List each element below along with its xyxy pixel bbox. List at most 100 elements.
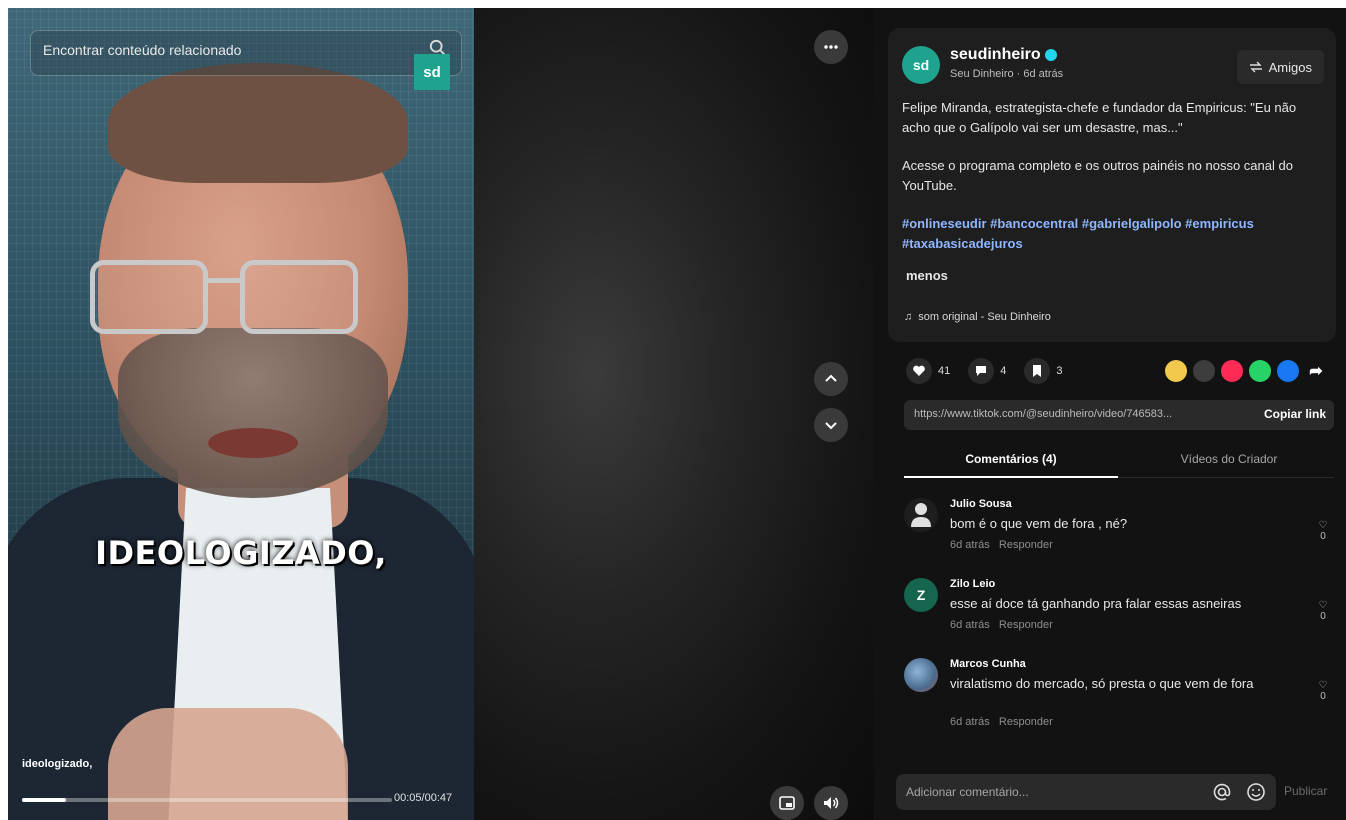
whatsapp-share-icon[interactable] xyxy=(1249,360,1271,382)
speaker-mouth xyxy=(208,428,298,458)
like-button[interactable]: 41 xyxy=(906,358,950,384)
bookmark-icon xyxy=(1024,358,1051,384)
comment-like[interactable]: ♡ 0 xyxy=(1312,520,1334,542)
emoji-share-icon[interactable] xyxy=(1165,360,1187,382)
related-search-bar[interactable]: Encontrar conteúdo relacionado xyxy=(30,30,462,76)
friends-label: Amigos xyxy=(1268,59,1312,75)
sound-link[interactable]: ♫ som original - Seu Dinheiro xyxy=(904,311,1051,323)
author-name-text: seudinheiro xyxy=(950,46,1041,63)
commenter-name[interactable]: Zilo Leio xyxy=(950,578,995,590)
comment-date: 6d atrás xyxy=(950,716,990,728)
speaker-beard xyxy=(118,328,388,498)
video-stage: Encontrar conteúdo relacionado sd IDEOLO… xyxy=(8,8,874,820)
video-time: 00:05/00:47 xyxy=(394,792,453,804)
channel-watermark-logo: sd xyxy=(414,54,450,90)
tab-comments[interactable]: Comentários (4) xyxy=(904,452,1118,466)
commenter-name[interactable]: Julio Sousa xyxy=(950,498,1012,510)
speaker-hair xyxy=(108,63,408,183)
facebook-share-icon[interactable] xyxy=(1277,360,1299,382)
glasses-left-lens xyxy=(90,260,208,334)
post-description: Felipe Miranda, estrategista-chefe e fun… xyxy=(902,98,1322,272)
share-arrow-icon[interactable]: ➦ xyxy=(1305,360,1327,382)
post-comment-button[interactable]: Publicar xyxy=(1284,784,1327,798)
heart-outline-icon: ♡ xyxy=(1318,600,1328,611)
comment-meta: 6d atrás Responder xyxy=(950,716,1053,728)
post-card: sd seudinheiro Seu Dinheiro · 6d atrás A… xyxy=(888,28,1336,342)
show-less-link[interactable]: menos xyxy=(906,268,948,283)
reply-link[interactable]: Responder xyxy=(999,539,1053,551)
floating-player-button[interactable] xyxy=(770,786,804,820)
heart-icon xyxy=(906,358,932,384)
music-note-icon: ♫ xyxy=(904,311,913,323)
commenter-avatar-photo[interactable] xyxy=(904,658,938,692)
details-panel: sd seudinheiro Seu Dinheiro · 6d atrás A… xyxy=(874,8,1346,820)
video-progress-bar[interactable] xyxy=(22,798,392,802)
comment-icon xyxy=(968,358,995,384)
more-options-button[interactable] xyxy=(814,30,848,64)
mention-icon[interactable] xyxy=(1212,782,1232,802)
comment-item: Z Zilo Leio esse aí doce tá ganhando pra… xyxy=(904,576,1334,656)
next-video-button[interactable] xyxy=(814,408,848,442)
reply-link[interactable]: Responder xyxy=(999,716,1053,728)
video-progress-fill xyxy=(22,798,67,802)
glasses-bridge xyxy=(203,278,243,283)
embed-share-icon[interactable] xyxy=(1193,360,1215,382)
hashtags[interactable]: #onlineseudir #bancocentral #gabrielgali… xyxy=(902,214,1322,254)
save-button[interactable]: 3 xyxy=(1024,358,1063,384)
comment-like-count: 0 xyxy=(1320,531,1326,542)
friends-share-icon[interactable] xyxy=(1221,360,1243,382)
video-link-text[interactable]: https://www.tiktok.com/@seudinheiro/vide… xyxy=(914,408,1232,420)
user-silhouette-icon xyxy=(911,503,931,527)
description-line-2: Acesse o programa completo e os outros p… xyxy=(902,158,1293,193)
comment-text: esse aí doce tá ganhando pra falar essas… xyxy=(950,596,1242,611)
commenter-avatar[interactable] xyxy=(904,498,938,532)
comment-count: 4 xyxy=(1000,365,1007,377)
comment-meta: 6d atrás Responder xyxy=(950,539,1053,551)
comment-item: Marcos Cunha viralatismo do mercado, só … xyxy=(904,656,1334,752)
speaker-glasses xyxy=(90,248,390,338)
comment-button[interactable]: 4 xyxy=(968,358,1006,384)
video-link-row: https://www.tiktok.com/@seudinheiro/vide… xyxy=(904,400,1334,430)
author-avatar[interactable]: sd xyxy=(902,46,940,84)
comment-meta: 6d atrás Responder xyxy=(950,619,1053,631)
verified-icon xyxy=(1044,48,1057,61)
mute-button[interactable] xyxy=(814,786,848,820)
comment-text: bom é o que vem de fora , né? xyxy=(950,516,1128,531)
engagement-stats: 41 4 3 xyxy=(906,358,1063,384)
reply-link[interactable]: Responder xyxy=(999,619,1053,631)
video-player[interactable]: Encontrar conteúdo relacionado sd IDEOLO… xyxy=(8,8,474,820)
share-options: ➦ xyxy=(1165,360,1327,382)
author-name[interactable]: seudinheiro xyxy=(950,46,1057,64)
like-count: 41 xyxy=(938,365,951,377)
comment-date: 6d atrás xyxy=(950,619,990,631)
speaker-hand xyxy=(108,708,348,820)
emoji-icon[interactable] xyxy=(1246,782,1266,802)
previous-video-button[interactable] xyxy=(814,362,848,396)
heart-outline-icon: ♡ xyxy=(1318,680,1328,691)
panel-tabs: Comentários (4) Vídeos do Criador xyxy=(904,444,1334,478)
commenter-name[interactable]: Marcos Cunha xyxy=(950,658,1026,670)
related-search-placeholder: Encontrar conteúdo relacionado xyxy=(43,42,242,58)
picture-in-picture-icon xyxy=(779,796,795,810)
tiktok-video-page: Encontrar conteúdo relacionado sd IDEOLO… xyxy=(8,8,1346,820)
author-subtitle: Seu Dinheiro · 6d atrás xyxy=(950,68,1064,80)
comment-composer[interactable]: Adicionar comentário... xyxy=(896,774,1276,810)
comment-like-count: 0 xyxy=(1320,691,1326,702)
comment-input-placeholder: Adicionar comentário... xyxy=(906,785,1029,799)
save-count: 3 xyxy=(1056,365,1063,377)
comment-like[interactable]: ♡ 0 xyxy=(1312,680,1334,702)
comment-like[interactable]: ♡ 0 xyxy=(1312,600,1334,622)
video-caption: IDEOLOGIZADO, xyxy=(95,534,387,572)
chevron-up-icon xyxy=(825,374,837,382)
copy-link-button[interactable]: Copiar link xyxy=(1264,407,1326,421)
friends-button[interactable]: Amigos xyxy=(1236,50,1324,84)
tab-creator-videos[interactable]: Vídeos do Criador xyxy=(1124,452,1334,466)
comment-like-count: 0 xyxy=(1320,611,1326,622)
chevron-down-icon xyxy=(825,422,837,430)
volume-icon xyxy=(824,797,839,809)
description-line-1: Felipe Miranda, estrategista-chefe e fun… xyxy=(902,100,1297,135)
comment-text: viralatismo do mercado, só presta o que … xyxy=(950,676,1254,691)
video-subtitle: ideologizado, xyxy=(22,758,93,770)
blurred-background xyxy=(474,8,874,820)
commenter-avatar[interactable]: Z xyxy=(904,578,938,612)
